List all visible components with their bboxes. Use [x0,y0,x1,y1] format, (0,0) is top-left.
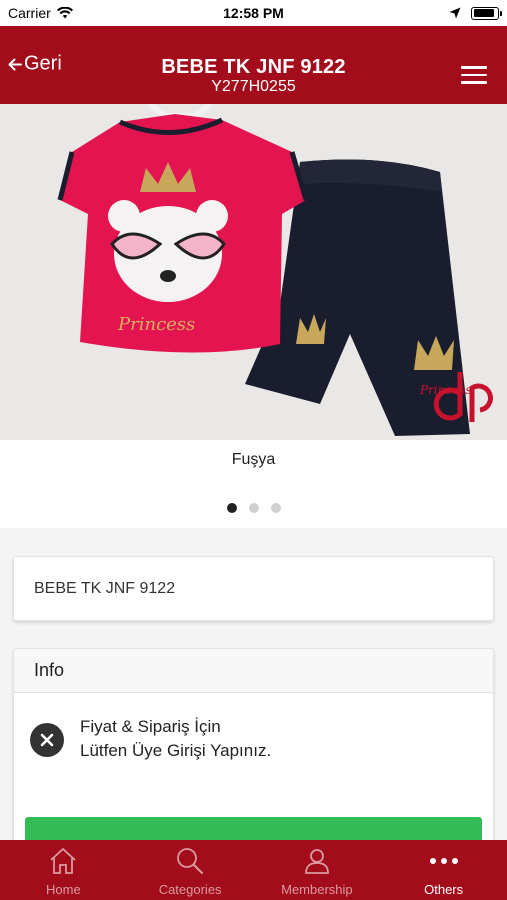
battery-level [473,9,495,17]
page-subtitle: Y277H0255 [211,78,296,95]
location-arrow-icon [449,7,461,19]
menu-bar [461,81,487,84]
carrier-label: Carrier [8,5,51,21]
more-dots-icon [429,844,459,878]
tab-others[interactable]: Others [380,840,507,900]
tab-categories[interactable]: Categories [127,840,254,900]
color-label: Fuşya [231,451,276,468]
home-icon [48,844,78,878]
menu-bar [461,66,487,69]
title-block: BEBE TK JNF 9122 Y277H0255 [0,56,507,96]
tab-membership[interactable]: Membership [254,840,381,900]
info-body: Fiyat & Sipariş İçin Lütfen Üye Girişi Y… [14,693,493,763]
product-image[interactable]: Princess Princess [0,104,507,440]
user-icon [302,844,332,878]
battery-icon [471,6,502,20]
wifi-icon [56,7,73,19]
tab-bar: Home Categories Membership Others [0,840,507,900]
product-name-card: BEBE TK JNF 9122 [13,556,494,621]
info-message-line1: Fiyat & Sipariş İçin [80,717,221,736]
tab-home[interactable]: Home [0,840,127,900]
close-circle-icon [30,723,64,757]
menu-bar [461,73,487,76]
status-left: Carrier [8,5,73,21]
tab-label: Home [46,882,81,897]
nav-header: Geri BEBE TK JNF 9122 Y277H0255 [0,26,507,104]
status-time: 12:58 PM [223,5,284,21]
info-header: Info [14,649,493,693]
tab-label: Membership [281,882,353,897]
pager-dot[interactable] [226,503,237,513]
tab-label: Categories [158,882,222,897]
pager-dot[interactable] [270,503,281,513]
close-icon [40,733,54,747]
product-photo: Princess Princess [0,104,507,440]
hamburger-menu-icon[interactable] [461,66,487,86]
image-pager[interactable] [0,503,507,513]
info-message-line2: Lütfen Üye Girişi Yapınız. [80,741,272,760]
status-right [449,6,502,20]
product-name: BEBE TK JNF 9122 [34,579,176,597]
tab-label: Others [424,882,464,897]
search-icon [175,844,205,878]
pager-dot[interactable] [248,503,259,513]
status-bar: Carrier 12:58 PM [0,0,507,26]
page-title: BEBE TK JNF 9122 [161,56,346,78]
shirt-text: Princess [117,314,195,335]
